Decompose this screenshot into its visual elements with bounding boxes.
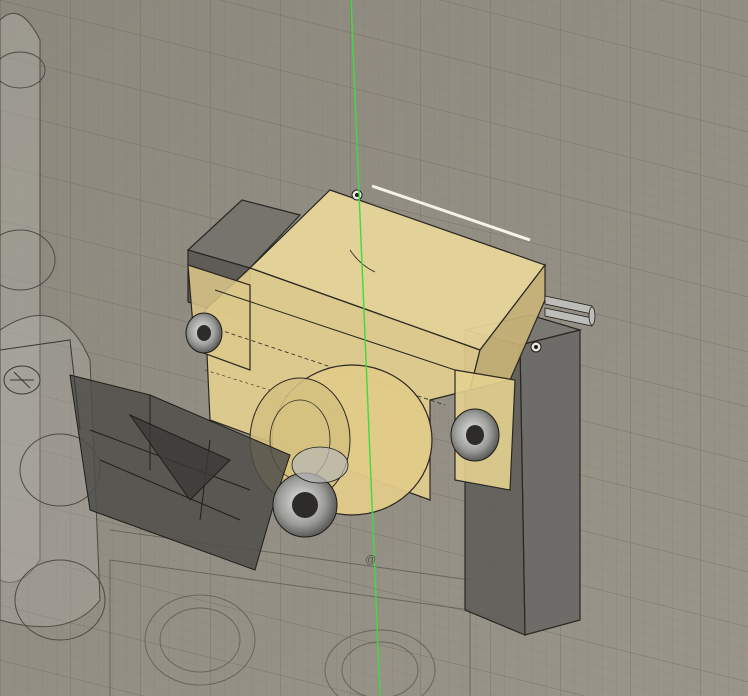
cad-viewport[interactable]: @ bbox=[0, 0, 748, 696]
screw-top[interactable] bbox=[351, 189, 363, 201]
bearing-left[interactable] bbox=[185, 312, 223, 354]
ghost-label: @ bbox=[365, 554, 376, 566]
cad-3d-scene[interactable]: @ bbox=[0, 0, 748, 696]
screw-right[interactable] bbox=[530, 341, 542, 353]
bearing-right[interactable] bbox=[450, 408, 500, 462]
